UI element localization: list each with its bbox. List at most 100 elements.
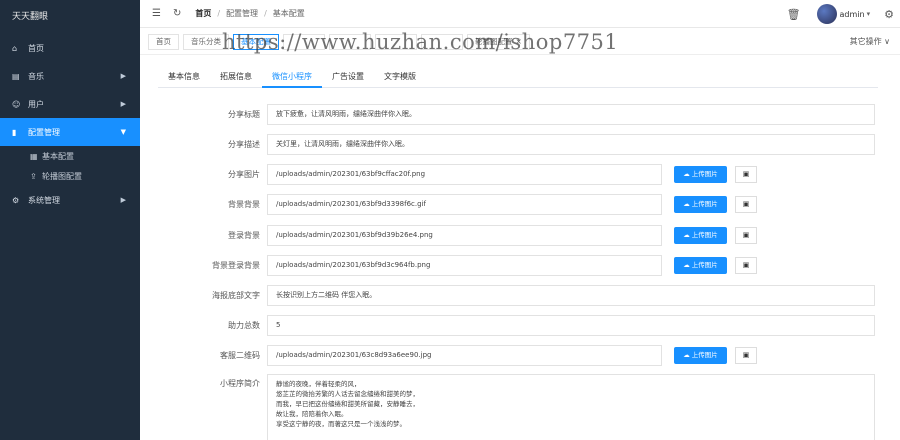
refresh-icon[interactable]: ↻ — [173, 8, 181, 19]
form-row-poster-text: 海报底部文字 长按识别上方二维码 伴您入眠。 — [140, 285, 900, 306]
gear-icon[interactable]: ⚙ — [884, 8, 894, 21]
form-row-share-image: 分享图片 /uploads/admin/202301/63bf9cffac20f… — [140, 164, 900, 185]
field-label: 海报底部文字 — [212, 291, 260, 300]
image-preview-button[interactable]: ▣ — [735, 166, 757, 183]
sidebar-item-label: 轮播图配置 — [42, 171, 82, 181]
sidebar-item-config[interactable]: ▮ 配置管理 ▼ — [0, 118, 140, 146]
sidebar-subitem-carousel-config[interactable]: ⇪ 轮播图配置 — [0, 166, 140, 186]
share-image-input[interactable]: /uploads/admin/202301/63bf9cffac20f.png — [267, 164, 662, 185]
config-tabs: 基本信息 拓展信息 微信小程序 广告设置 文字模版 — [158, 66, 878, 88]
intro-line: 静谧的夜晚，伴着轻柔的风， — [276, 380, 361, 388]
upload-button[interactable]: ☁ 上传图片 — [674, 347, 727, 364]
bg-login-bg-input[interactable]: /uploads/admin/202301/63bf9d3c964fb.png — [267, 255, 662, 276]
cloud-upload-icon: ☁ — [683, 170, 690, 178]
tag-home[interactable]: 首页 — [148, 33, 179, 50]
intro-line: 享受这宁静的夜，而著这只是一个浅浅的梦。 — [276, 420, 406, 428]
field-label: 登录背景 — [228, 231, 260, 240]
form-row-share-desc: 分享描述 关灯里，让清风明雨，缱绻深曲伴你入眠。 — [140, 134, 900, 155]
tab-ad-settings[interactable]: 广告设置 — [322, 66, 374, 88]
cloud-upload-icon: ☁ — [683, 231, 690, 239]
tab-text-template[interactable]: 文字模版 — [374, 66, 426, 88]
cloud-upload-icon: ☁ — [683, 351, 690, 359]
upload-button-label: 上传图片 — [691, 170, 718, 178]
chevron-down-icon[interactable]: ▾ — [867, 10, 871, 18]
breadcrumb-item: 配置管理 — [226, 9, 259, 18]
upload-button-label: 上传图片 — [691, 351, 718, 359]
sidebar-item-users[interactable]: ☺ 用户 ▶ — [0, 90, 140, 118]
sidebar-item-music[interactable]: ▤ 音乐 ▶ — [0, 62, 140, 90]
menu-toggle-icon[interactable]: ☰ — [152, 8, 161, 19]
share-title-input[interactable]: 放下疲惫，让清风明雨，缱绻深曲伴你入眠。 — [267, 104, 875, 125]
field-label: 背景背景 — [228, 200, 260, 209]
field-label: 客服二维码 — [220, 351, 260, 360]
image-preview-button[interactable]: ▣ — [735, 257, 757, 274]
other-operations-label: 其它操作 — [849, 37, 882, 46]
sidebar-item-label: 基本配置 — [42, 151, 74, 161]
sidebar-item-label: 首页 — [28, 43, 44, 53]
image-icon: ▣ — [742, 200, 750, 208]
field-label: 分享标题 — [228, 110, 260, 119]
field-label: 助力总数 — [228, 321, 260, 330]
intro-textarea[interactable]: 静谧的夜晚，伴着轻柔的风， 悠芷芷的微抬芳繁的人话去留念缱绻和甜美的梦， 而我，… — [267, 374, 875, 440]
tab-basic-info[interactable]: 基本信息 — [158, 66, 210, 88]
image-icon: ▣ — [742, 170, 750, 178]
image-icon: ▣ — [742, 231, 750, 239]
user-name[interactable]: admin — [840, 10, 865, 19]
upload-button[interactable]: ☁ 上传图片 — [674, 196, 727, 213]
top-bar: ☰ ↻ 首页 / 配置管理 / 基本配置 🗑 admin ▾ ⚙ — [140, 0, 900, 28]
cloud-upload-icon: ☁ — [683, 261, 690, 269]
intro-line: 悠芷芷的微抬芳繁的人话去留念缱绻和甜美的梦， — [276, 390, 419, 398]
sidebar-item-label: 配置管理 — [28, 127, 60, 137]
form-row-intro: 小程序简介 静谧的夜晚，伴着轻柔的风， 悠芷芷的微抬芳繁的人话去留念缱绻和甜美的… — [140, 374, 900, 440]
login-bg-input[interactable]: /uploads/admin/202301/63bf9d39b26e4.png — [267, 225, 662, 246]
breadcrumb: 首页 / 配置管理 / 基本配置 — [195, 8, 304, 19]
tab-mini-program[interactable]: 微信小程序 — [262, 66, 322, 88]
sidebar-item-label: 音乐 — [28, 71, 44, 81]
sidebar: 天天翻眼 ⌂ 首页 ▤ 音乐 ▶ ☺ 用户 ▶ ▮ 配置管理 ▼ ▦ 基本配置 … — [0, 0, 140, 440]
sidebar-item-system[interactable]: ⚙ 系统管理 ▶ — [0, 186, 140, 214]
user-icon: ☺ — [12, 99, 21, 109]
intro-line: 故让我，陪陪着你入眠。 — [276, 410, 348, 418]
field-label: 背景登录背景 — [212, 261, 260, 270]
sidebar-item-label: 用户 — [28, 99, 44, 109]
sidebar-item-home[interactable]: ⌂ 首页 — [0, 34, 140, 62]
breadcrumb-item[interactable]: 首页 — [195, 8, 211, 19]
grid-icon: ▦ — [30, 151, 38, 161]
chevron-down-icon: ▼ — [120, 128, 126, 136]
image-preview-button[interactable]: ▣ — [735, 227, 757, 244]
sidebar-item-label: 系统管理 — [28, 195, 60, 205]
service-qr-input[interactable]: /uploads/admin/202301/63c8d93a6ee90.jpg — [267, 345, 662, 366]
form-row-bg-login-bg: 背景登录背景 /uploads/admin/202301/63bf9d3c964… — [140, 255, 900, 276]
upload-button-label: 上传图片 — [691, 231, 718, 239]
poster-text-input[interactable]: 长按识别上方二维码 伴您入眠。 — [267, 285, 875, 306]
music-icon: ▤ — [12, 71, 20, 81]
tab-extended-info[interactable]: 拓展信息 — [210, 66, 262, 88]
image-preview-button[interactable]: ▣ — [735, 196, 757, 213]
form-row-service-qr: 客服二维码 /uploads/admin/202301/63c8d93a6ee9… — [140, 345, 900, 366]
chevron-right-icon: ▶ — [120, 196, 126, 204]
share-desc-input[interactable]: 关灯里，让清风明雨，缱绻深曲伴你入眠。 — [267, 134, 875, 155]
image-preview-button[interactable]: ▣ — [735, 347, 757, 364]
form-row-help-count: 助力总数 5 — [140, 315, 900, 336]
avatar[interactable] — [816, 4, 837, 24]
form-row-login-bg: 登录背景 /uploads/admin/202301/63bf9d39b26e4… — [140, 225, 900, 246]
upload-button[interactable]: ☁ 上传图片 — [674, 166, 727, 183]
form-row-bg-image: 背景背景 /uploads/admin/202301/63bf9d3398f6c… — [140, 194, 900, 215]
sidebar-subitem-basic-config[interactable]: ▦ 基本配置 — [0, 146, 140, 166]
help-count-input[interactable]: 5 — [267, 315, 875, 336]
upload-button[interactable]: ☁ 上传图片 — [674, 257, 727, 274]
field-label: 分享图片 — [228, 170, 260, 179]
breadcrumb-separator: / — [217, 9, 221, 18]
bg-image-input[interactable]: /uploads/admin/202301/63bf9d3398f6c.gif — [267, 194, 662, 215]
trash-icon[interactable]: 🗑 — [787, 8, 801, 21]
other-operations-dropdown[interactable]: 其它操作 ∨ — [850, 36, 890, 47]
app-logo: 天天翻眼 — [12, 12, 49, 22]
cloud-upload-icon: ☁ — [683, 200, 690, 208]
upload-icon: ⇪ — [30, 171, 37, 181]
upload-button[interactable]: ☁ 上传图片 — [674, 227, 727, 244]
breadcrumb-item: 基本配置 — [272, 9, 305, 18]
field-label: 小程序简介 — [220, 379, 260, 388]
intro-line: 而我，早已把这份缱绻和甜美所留藏，安静睡去， — [276, 400, 419, 408]
watermark: https://www.huzhan.com/ishop7751 — [222, 30, 619, 54]
field-label: 分享描述 — [228, 140, 260, 149]
